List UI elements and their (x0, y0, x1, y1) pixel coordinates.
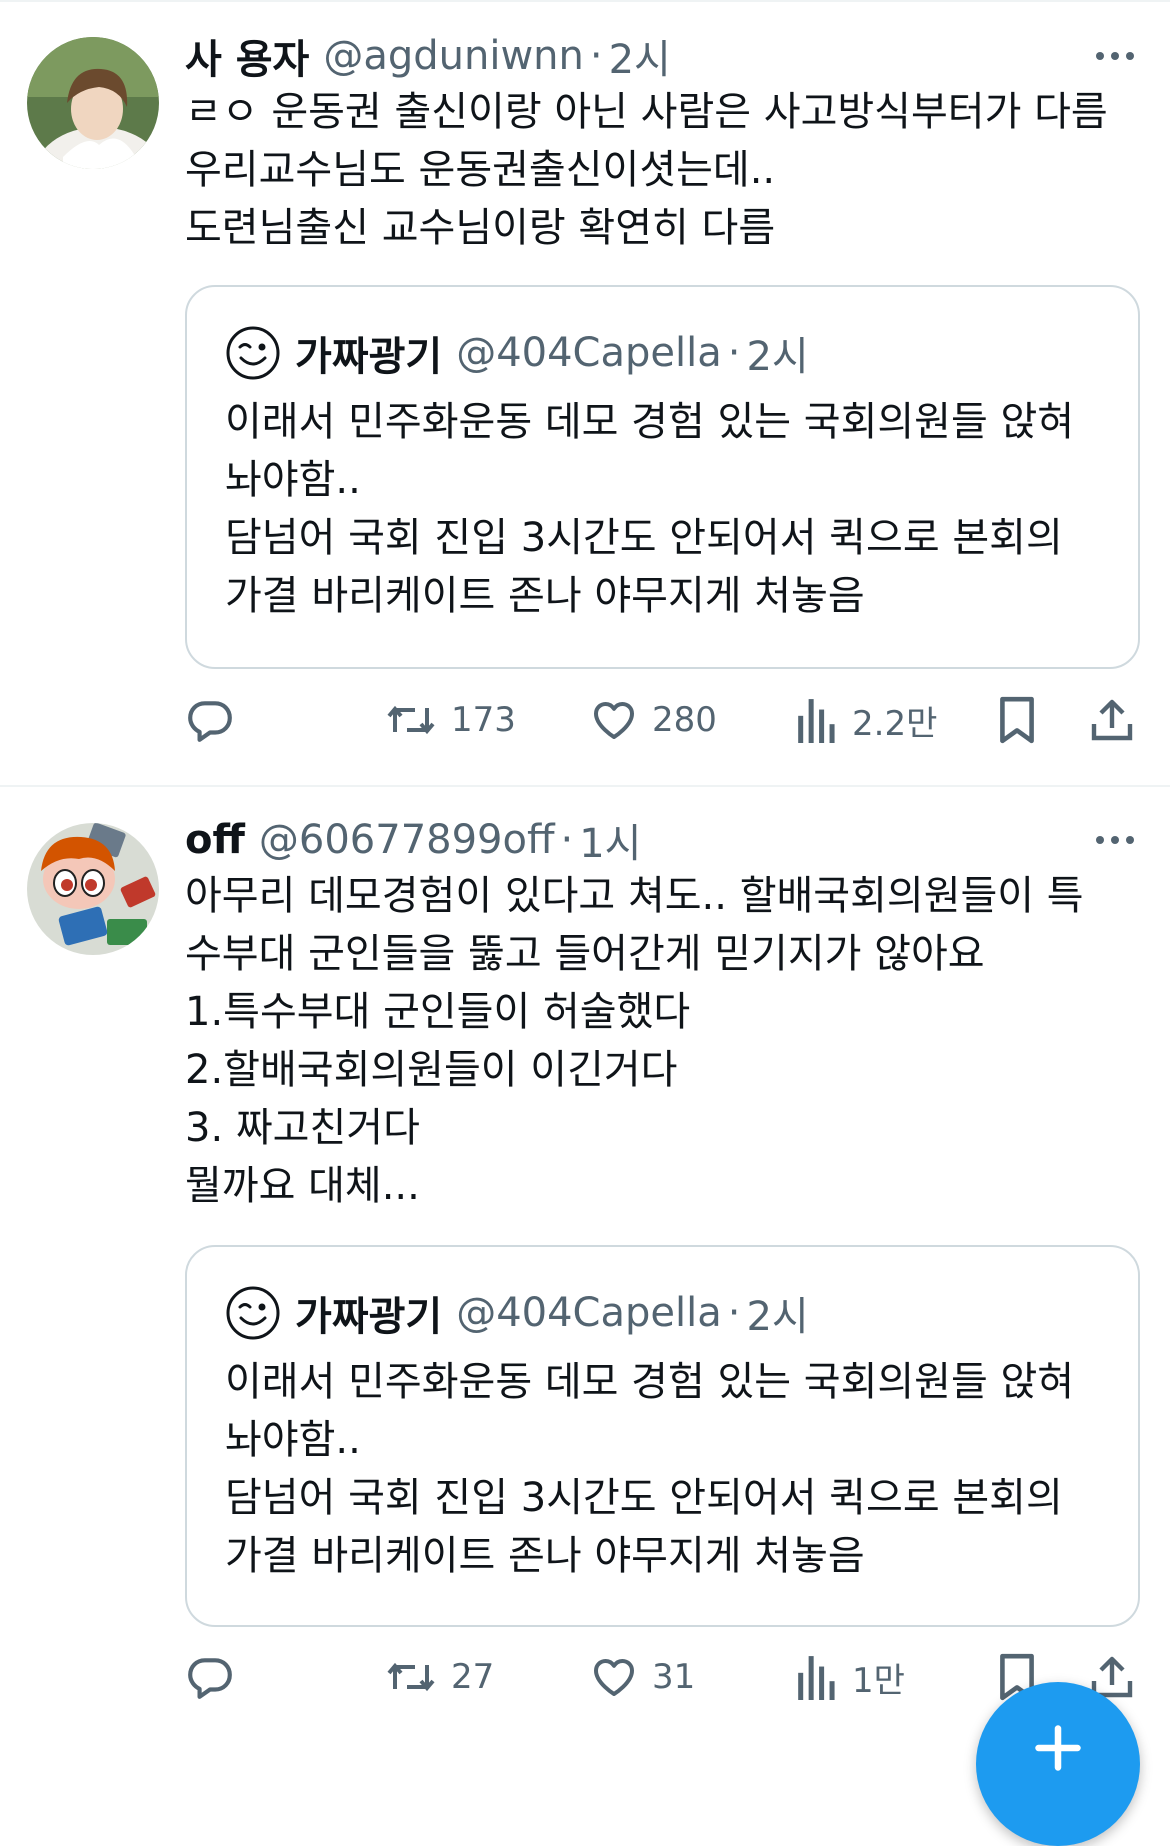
more-icon[interactable] (1096, 812, 1134, 868)
share-button[interactable] (1088, 690, 1136, 750)
quote-user-name: 가짜광기 (295, 1294, 443, 1340)
quote-text-line: 이래서 민주화운동 데모 경험 있는 국회의원들 앉혀 (225, 1359, 1075, 1405)
quote-text-line: 가결 바리케이트 존나 야무지게 처놓음 (225, 1533, 865, 1579)
avatar[interactable] (27, 823, 159, 955)
view-count: 2.2만 (852, 703, 938, 744)
timestamp[interactable]: 1시 (579, 811, 641, 869)
reply-icon (188, 701, 232, 742)
quote-text-line: 담넘어 국회 진입 3시간도 안되어서 퀵으로 본회의 (225, 515, 1063, 561)
views-button[interactable]: 1만 (796, 1647, 905, 1707)
retweet-count: 173 (451, 700, 516, 740)
share-icon (1091, 699, 1133, 741)
reply-icon (188, 1658, 232, 1699)
quote-header: 가짜광기 @404Capella · 2시 (225, 1285, 809, 1341)
compose-button[interactable] (976, 1682, 1140, 1846)
tweet-text-line: 1.특수부대 군인들이 허술했다 (185, 989, 691, 1035)
quote-text-line: 담넘어 국회 진입 3시간도 안되어서 퀵으로 본회의 (225, 1475, 1063, 1521)
separator: · (560, 817, 574, 863)
reply-button[interactable] (185, 690, 235, 750)
timestamp[interactable]: 2시 (609, 27, 671, 85)
action-bar: 173 280 2.2만 (0, 690, 1170, 750)
heart-icon (594, 702, 634, 739)
separator: · (589, 33, 603, 79)
tweet-text-line: ㄹㅇ 운동권 출신이랑 아닌 사람은 사고방식부터가 다름 (185, 89, 1108, 135)
quote-user-name: 가짜광기 (295, 334, 443, 380)
views-button[interactable]: 2.2만 (796, 690, 937, 750)
quote-text-line: 놔야함.. (225, 457, 361, 503)
compose-plus-icon (1035, 1725, 1081, 1771)
bookmark-button[interactable] (996, 690, 1038, 750)
tweet-text-line: 도련님출신 교수님이랑 확연히 다름 (185, 205, 776, 251)
winking-face-icon (226, 1286, 280, 1340)
tweet-text-line: 우리교수님도 운동권출신이셧는데.. (185, 147, 776, 193)
view-count: 1만 (852, 1660, 905, 1701)
retweet-icon (387, 1662, 435, 1692)
user-handle[interactable]: @60677899off (259, 817, 555, 863)
retweet-count: 27 (451, 1657, 495, 1697)
winking-face-icon (226, 326, 280, 380)
separator: · (727, 1290, 741, 1336)
tweet-text: ㄹㅇ 운동권 출신이랑 아닌 사람은 사고방식부터가 다름 우리교수님도 운동권… (185, 83, 1140, 257)
like-count: 31 (652, 1657, 696, 1697)
retweet-icon (387, 705, 435, 735)
retweet-button[interactable]: 27 (385, 1647, 494, 1707)
tweet-text-line: 수부대 군인들을 뚫고 들어간게 믿기지가 않아요 (185, 931, 985, 977)
tweet-text-line: 뭘까요 대체... (185, 1163, 420, 1209)
quote-text-line: 이래서 민주화운동 데모 경험 있는 국회의원들 앉혀 (225, 399, 1075, 445)
tweet-text: 아무리 데모경험이 있다고 쳐도.. 할배국회의원들이 특 수부대 군인들을 뚫… (185, 867, 1140, 1215)
views-icon (798, 1656, 835, 1700)
retweet-button[interactable]: 173 (385, 690, 516, 750)
like-button[interactable]: 31 (590, 1647, 695, 1707)
bookmark-icon (1000, 696, 1034, 744)
avatar-cartoon (27, 823, 159, 955)
quote-tweet[interactable]: 가짜광기 @404Capella · 2시 이래서 민주화운동 데모 경험 있는… (185, 285, 1140, 669)
separator: · (727, 330, 741, 376)
like-count: 280 (652, 700, 717, 740)
tweet-header: 사 용자 @agduniwnn · 2시 (185, 28, 671, 84)
avatar[interactable] (27, 37, 159, 169)
tweet-text-line: 3. 짜고친거다 (185, 1105, 420, 1151)
quote-header: 가짜광기 @404Capella · 2시 (225, 325, 809, 381)
action-bar: 27 31 1만 (0, 1647, 1170, 1707)
like-button[interactable]: 280 (590, 690, 717, 750)
quote-text-line: 놔야함.. (225, 1417, 361, 1463)
quote-text: 이래서 민주화운동 데모 경험 있는 국회의원들 앉혀 놔야함.. 담넘어 국회… (225, 1353, 1105, 1585)
tweet-2[interactable]: off @60677899off · 1시 아무리 데모경험이 있다고 쳐도..… (0, 787, 1170, 1752)
user-name[interactable]: 사 용자 (185, 27, 309, 85)
more-icon[interactable] (1096, 28, 1134, 84)
heart-icon (594, 1659, 634, 1696)
tweet-text-line: 2.할배국회의원들이 이긴거다 (185, 1047, 678, 1093)
quote-timestamp: 2시 (746, 334, 809, 380)
quote-text-line: 가결 바리케이트 존나 야무지게 처놓음 (225, 573, 865, 619)
quote-tweet[interactable]: 가짜광기 @404Capella · 2시 이래서 민주화운동 데모 경험 있는… (185, 1245, 1140, 1627)
tweet-text-line: 아무리 데모경험이 있다고 쳐도.. 할배국회의원들이 특 (185, 873, 1084, 919)
quote-user-handle: @404Capella (456, 330, 722, 376)
quote-text: 이래서 민주화운동 데모 경험 있는 국회의원들 앉혀 놔야함.. 담넘어 국회… (225, 393, 1105, 625)
avatar-photo (27, 37, 159, 169)
views-icon (798, 699, 835, 743)
tweet-header: off @60677899off · 1시 (185, 812, 641, 868)
tweet-1[interactable]: 사 용자 @agduniwnn · 2시 ㄹㅇ 운동권 출신이랑 아닌 사람은 … (0, 0, 1170, 786)
quote-user-handle: @404Capella (456, 1290, 722, 1336)
reply-button[interactable] (185, 1647, 235, 1707)
user-handle[interactable]: @agduniwnn (323, 33, 584, 79)
user-name[interactable]: off (185, 817, 245, 863)
quote-timestamp: 2시 (746, 1294, 809, 1340)
